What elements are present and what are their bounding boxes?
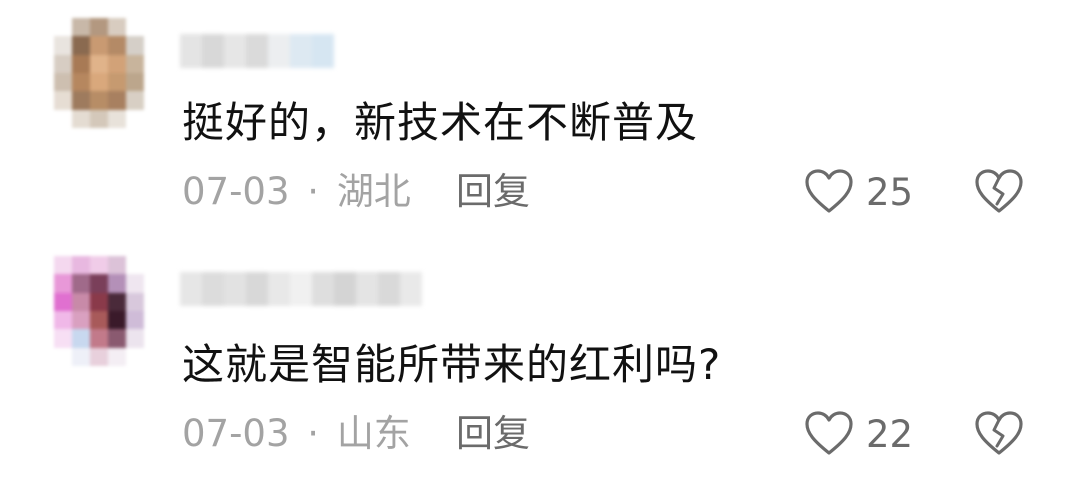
comment-item: 挺好的，新技术在不断普及 07-03 · 湖北 回复 25	[0, 0, 1080, 246]
comment-meta: 07-03 · 山东	[182, 412, 411, 456]
meta-separator: ·	[307, 412, 320, 455]
broken-heart-icon	[974, 169, 1024, 218]
reply-button[interactable]: 回复	[456, 412, 530, 456]
comment-date: 07-03	[182, 170, 290, 213]
like-count: 22	[866, 413, 914, 456]
comment-item: 这就是智能所带来的红利吗? 07-03 · 山东 回复 22	[0, 246, 1080, 492]
comment-text: 挺好的，新技术在不断普及	[182, 98, 699, 147]
comment-date: 07-03	[182, 412, 290, 455]
comment-text: 这就是智能所带来的红利吗?	[182, 340, 722, 389]
comment-location: 山东	[336, 412, 411, 455]
heart-outline-icon	[804, 410, 854, 460]
like-count: 25	[866, 171, 914, 214]
comment-meta: 07-03 · 湖北	[182, 170, 411, 214]
broken-heart-icon	[974, 411, 1024, 460]
username[interactable]	[180, 272, 422, 306]
dislike-button[interactable]	[974, 410, 1024, 460]
avatar[interactable]	[54, 18, 144, 128]
like-button[interactable]: 25	[804, 168, 913, 218]
username[interactable]	[180, 34, 334, 68]
heart-outline-icon	[804, 168, 854, 218]
reply-button[interactable]: 回复	[456, 170, 530, 214]
dislike-button[interactable]	[974, 168, 1024, 218]
avatar[interactable]	[54, 256, 144, 366]
like-button[interactable]: 22	[804, 410, 913, 460]
meta-separator: ·	[307, 170, 320, 213]
comment-location: 湖北	[336, 170, 411, 213]
